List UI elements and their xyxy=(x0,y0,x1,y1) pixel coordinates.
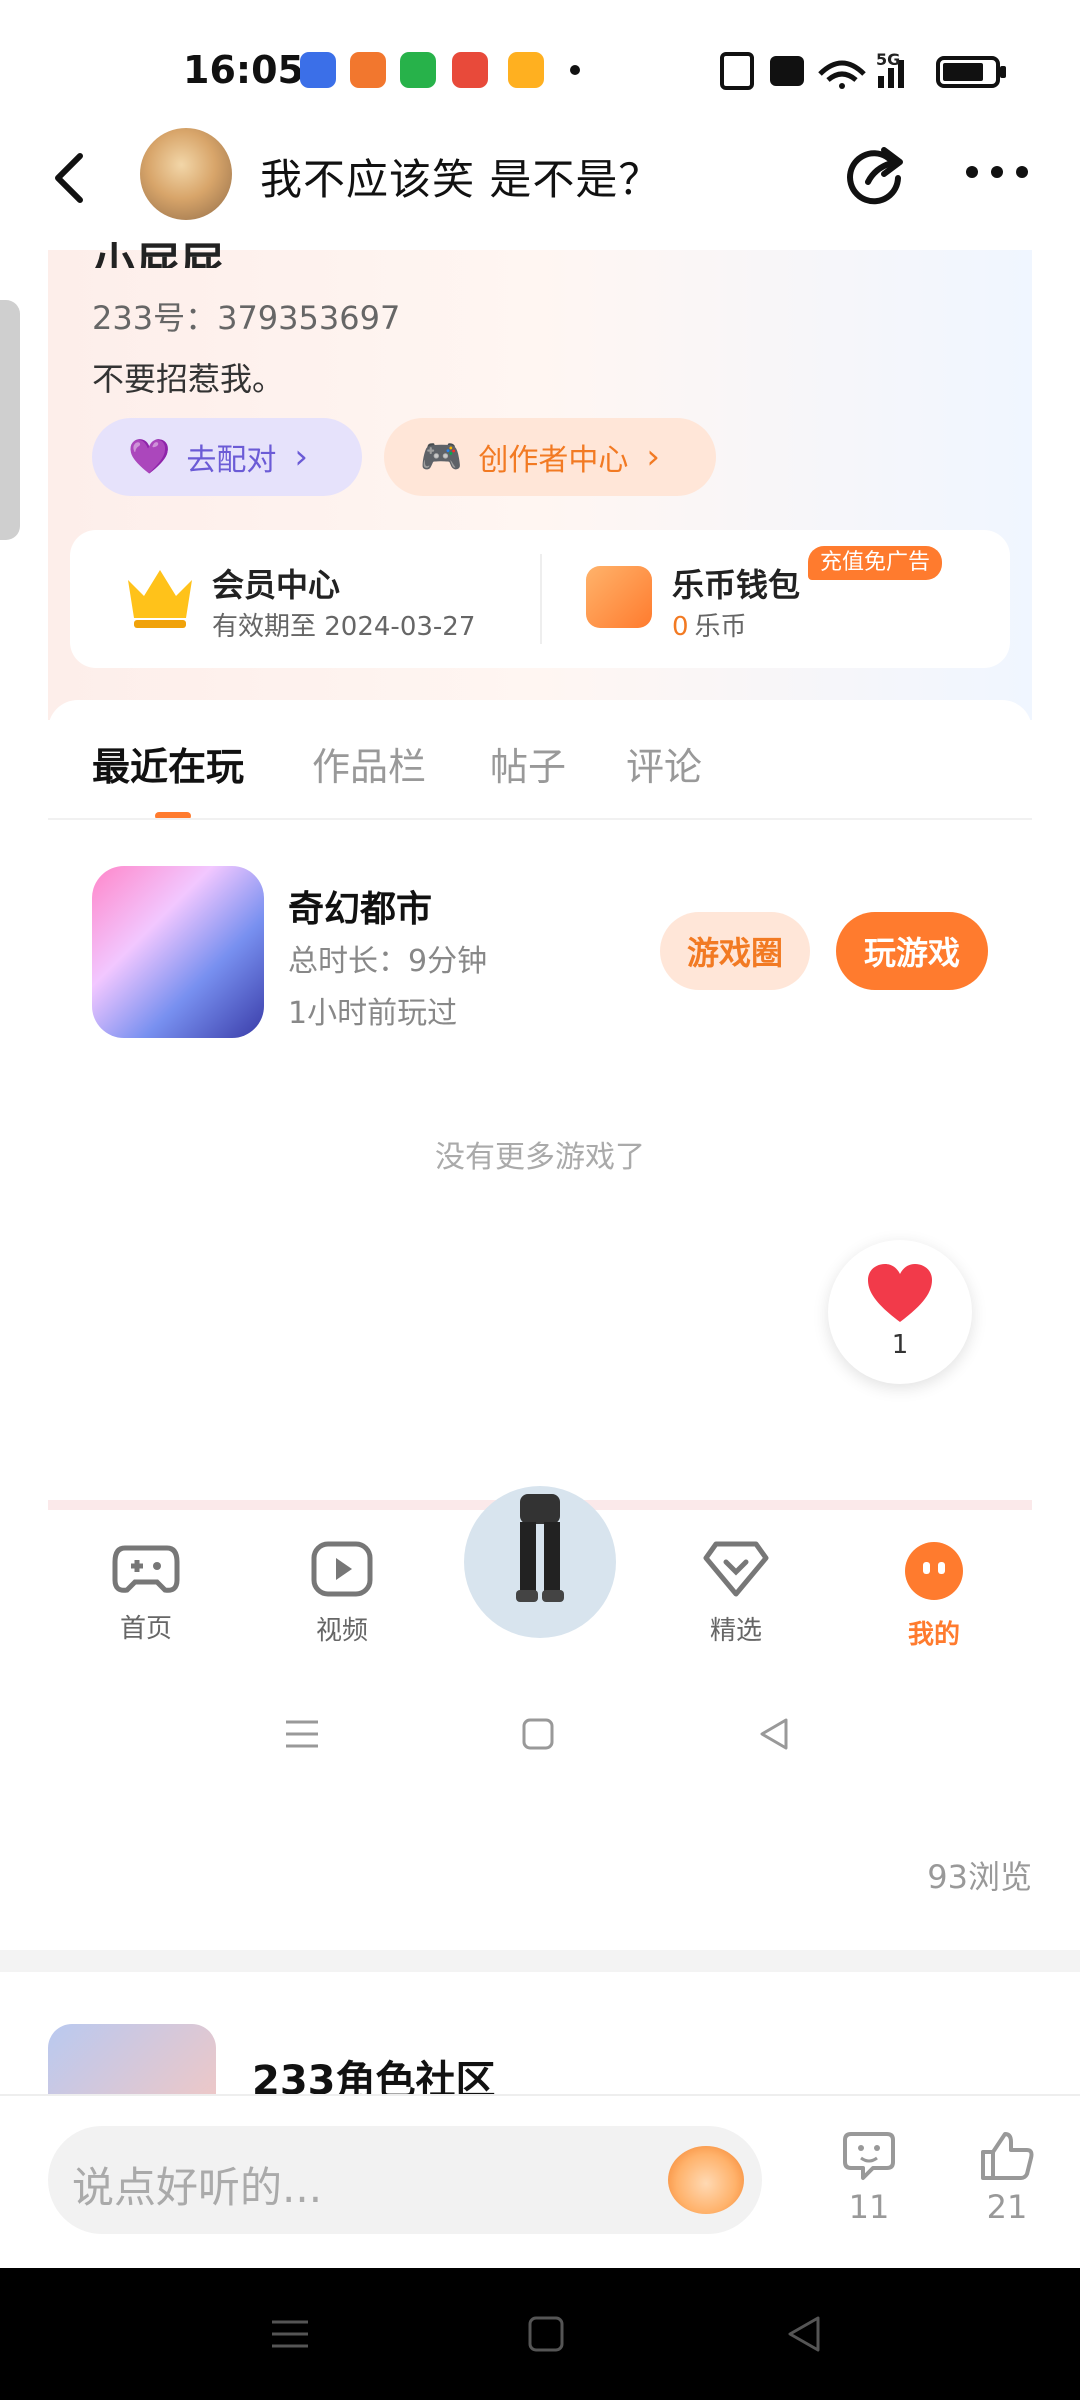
chevron-right-icon: › xyxy=(294,437,308,477)
diamond-heart-icon xyxy=(703,1541,769,1597)
like-button[interactable]: 21 xyxy=(962,2130,1052,2226)
pair-button-label: 去配对 xyxy=(186,443,277,478)
menu-icon[interactable] xyxy=(270,2316,310,2352)
wallet-icon xyxy=(586,566,652,628)
nav-featured[interactable]: 精选 xyxy=(676,1540,796,1647)
comment-placeholder: 说点好听的... xyxy=(72,2163,323,2212)
membership-title[interactable]: 会员中心 xyxy=(212,560,340,606)
signal-icon xyxy=(878,76,884,88)
section-separator xyxy=(0,1950,1080,1972)
divider xyxy=(48,818,1032,820)
heart-icon xyxy=(868,1264,932,1322)
crown-icon xyxy=(128,570,192,628)
divider xyxy=(540,554,542,644)
tab-comments[interactable]: 评论 xyxy=(626,736,702,791)
recharge-badge: 充值免广告 xyxy=(808,546,943,580)
profile-id: 233号：379353697 xyxy=(92,299,401,337)
nav-video[interactable]: 视频 xyxy=(282,1540,402,1647)
game-last-played: 1小时前玩过 xyxy=(288,996,458,1031)
nav-center-avatar[interactable] xyxy=(464,1486,616,1638)
status-indicators xyxy=(720,52,1006,90)
page-title: 我不应该笑 是不是？ xyxy=(260,155,662,204)
like-float-button[interactable]: 1 xyxy=(828,1240,972,1384)
character-avatar-icon xyxy=(516,1494,564,1602)
side-handle[interactable] xyxy=(0,300,20,540)
video-app-icon xyxy=(400,52,436,88)
game-duration: 总时长：9分钟 xyxy=(288,944,488,979)
more-notifications-dot xyxy=(570,65,580,75)
baidu-app-icon xyxy=(300,52,336,88)
mascot-emoji-icon[interactable] xyxy=(668,2146,744,2214)
wallet-title[interactable]: 乐币钱包 xyxy=(672,560,800,606)
creator-center-button[interactable]: 🎮 创作者中心 › xyxy=(384,418,716,496)
nav-mine-label: 我的 xyxy=(907,1620,960,1650)
wallet-amount: 0 xyxy=(672,612,689,642)
share-icon[interactable] xyxy=(844,142,908,206)
play-game-button[interactable]: 玩游戏 xyxy=(836,912,988,990)
no-more-games-text: 没有更多游戏了 xyxy=(435,1140,645,1175)
like-count: 21 xyxy=(986,2188,1028,2226)
status-time: 16:05 xyxy=(183,48,304,92)
hd-icon xyxy=(770,56,804,86)
nav-home[interactable]: 首页 xyxy=(86,1540,206,1645)
nav-home-label: 首页 xyxy=(119,1614,172,1644)
membership-expiry: 有效期至 2024-03-27 xyxy=(212,612,476,642)
game-name[interactable]: 奇幻都市 xyxy=(288,880,432,932)
heart-icon: 💜 xyxy=(128,437,171,477)
more-icon[interactable] xyxy=(962,160,1032,184)
profile-bio: 不要招惹我。 xyxy=(92,360,285,398)
nav-mine[interactable]: 我的 xyxy=(874,1540,994,1651)
comment-button[interactable]: 11 xyxy=(824,2130,914,2226)
gamepad-icon: 🎮 xyxy=(420,437,463,477)
game-app-icon xyxy=(508,52,544,88)
tab-posts[interactable]: 帖子 xyxy=(490,736,566,791)
inner-home-icon xyxy=(522,1718,554,1750)
network-type: 5G xyxy=(876,50,901,69)
video-play-icon xyxy=(311,1541,373,1597)
reader-app-icon xyxy=(350,52,386,88)
gamepad-icon xyxy=(112,1545,180,1593)
nav-featured-label: 精选 xyxy=(709,1616,762,1646)
nfc-icon xyxy=(720,52,754,90)
inner-back-icon xyxy=(760,1718,788,1750)
home-icon[interactable] xyxy=(528,2316,564,2352)
wallet-balance: 0 乐币 xyxy=(672,606,747,643)
tab-recent[interactable]: 最近在玩 xyxy=(92,736,244,791)
profile-name: 小屁屁 xyxy=(92,239,224,268)
wallet-unit: 乐币 xyxy=(694,612,747,642)
nav-video-label: 视频 xyxy=(315,1616,368,1646)
pair-button[interactable]: 💜 去配对 › xyxy=(92,418,362,496)
taobao-app-icon xyxy=(452,52,488,88)
avatar[interactable] xyxy=(140,128,232,220)
profile-face-icon xyxy=(905,1542,963,1600)
comment-count: 11 xyxy=(848,2188,890,2226)
thumbs-up-icon xyxy=(981,2132,1034,2180)
like-float-count: 1 xyxy=(891,1330,909,1360)
tab-works[interactable]: 作品栏 xyxy=(312,736,426,791)
comment-icon xyxy=(843,2132,895,2180)
game-icon[interactable] xyxy=(92,866,264,1038)
game-circle-button[interactable]: 游戏圈 xyxy=(660,912,810,990)
chevron-right-icon: › xyxy=(646,437,660,477)
creator-center-label: 创作者中心 xyxy=(478,443,629,478)
views-count: 93浏览 xyxy=(927,1858,1032,1896)
back-nav-icon[interactable] xyxy=(786,2316,822,2352)
back-icon[interactable] xyxy=(50,150,90,206)
inner-menu-icon xyxy=(286,1720,318,1748)
